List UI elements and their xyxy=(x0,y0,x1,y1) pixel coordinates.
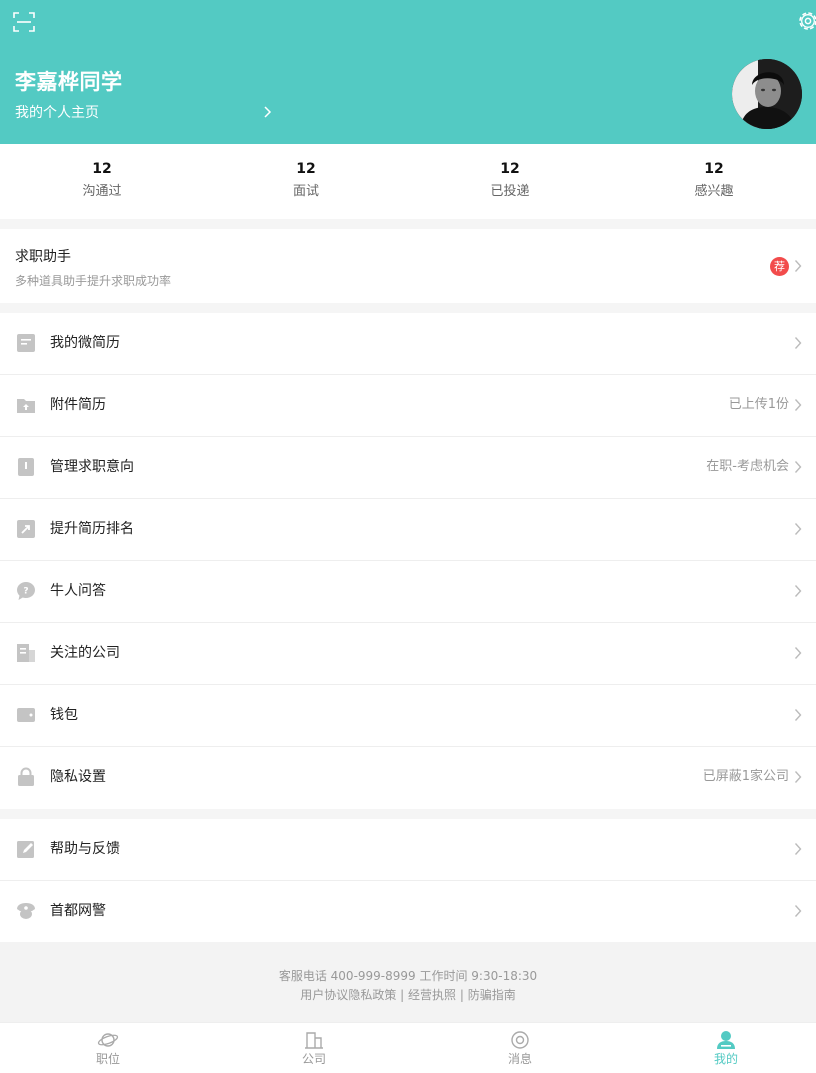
lock-icon xyxy=(18,767,34,786)
stat-contacted[interactable]: 12 沟通过 xyxy=(0,144,204,219)
menu-value: 已上传1份 xyxy=(728,397,789,412)
stat-count: 12 xyxy=(296,161,316,177)
menu-label: 管理求职意向 xyxy=(50,459,134,475)
gear-icon[interactable] xyxy=(797,10,816,32)
business-license-link[interactable]: 经营执照 xyxy=(408,988,456,1002)
wallet-icon xyxy=(17,708,35,722)
chevron-right-icon xyxy=(794,260,802,272)
footer-links: 用户协议隐私政策 | 经营执照 | 防骗指南 xyxy=(0,987,816,1003)
chevron-right-icon xyxy=(794,843,802,855)
recommend-badge: 荐 xyxy=(770,257,789,276)
chevron-right-icon xyxy=(264,106,272,118)
stats-bar: 12 沟通过 12 面试 12 已投递 12 感兴趣 xyxy=(0,144,816,219)
footer-separator: | xyxy=(456,988,468,1002)
profile-header: 李嘉桦同学 我的个人主页 xyxy=(0,0,816,144)
avatar-photo xyxy=(732,59,802,129)
chevron-right-icon xyxy=(794,337,802,349)
intention-icon xyxy=(18,458,34,476)
menu-item-boost-ranking[interactable]: 提升简历排名 xyxy=(0,499,816,561)
chevron-right-icon xyxy=(794,585,802,597)
stat-count: 12 xyxy=(500,161,520,177)
stat-count: 12 xyxy=(92,161,112,177)
menu-value: 已屏蔽1家公司 xyxy=(702,769,789,784)
menu-label: 首都网警 xyxy=(50,903,106,919)
tab-label: 公司 xyxy=(301,1052,326,1066)
avatar[interactable] xyxy=(732,59,802,129)
resume-icon xyxy=(17,334,35,352)
chevron-right-icon xyxy=(794,709,802,721)
edit-icon xyxy=(17,841,34,858)
planet-icon xyxy=(97,1033,119,1047)
chevron-right-icon xyxy=(794,523,802,535)
rank-up-icon xyxy=(17,520,35,538)
company-icon xyxy=(17,644,35,662)
stat-interview[interactable]: 12 面试 xyxy=(204,144,408,219)
tab-companies[interactable]: 公司 xyxy=(212,1023,416,1073)
menu-label: 提升简历排名 xyxy=(50,521,134,537)
tab-label: 我的 xyxy=(713,1052,738,1066)
tab-jobs[interactable]: 职位 xyxy=(6,1023,210,1073)
menu-item-micro-resume[interactable]: 我的微简历 xyxy=(0,313,816,375)
my-homepage-link[interactable]: 我的个人主页 xyxy=(15,100,280,126)
menu-item-qa[interactable]: ? 牛人问答 xyxy=(0,561,816,623)
menu-group-main: 我的微简历 附件简历 已上传1份 管理求职意向 在职-考虑机会 提升简历排名 ?… xyxy=(0,313,816,809)
menu-item-wallet[interactable]: 钱包 xyxy=(0,685,816,747)
menu-item-job-intention[interactable]: 管理求职意向 在职-考虑机会 xyxy=(0,437,816,499)
upload-folder-icon xyxy=(17,399,35,413)
menu-value: 在职-考虑机会 xyxy=(706,459,789,474)
svg-text:?: ? xyxy=(23,587,28,597)
chevron-right-icon xyxy=(794,399,802,411)
homepage-label: 我的个人主页 xyxy=(15,105,99,121)
stat-label: 感兴趣 xyxy=(694,184,734,199)
chevron-right-icon xyxy=(794,461,802,473)
police-icon xyxy=(17,903,35,919)
message-icon xyxy=(511,1031,529,1049)
footer-info: 客服电话 400-999-8999 工作时间 9:30-18:30 用户协议隐私… xyxy=(0,942,816,1022)
menu-label: 我的微简历 xyxy=(50,335,120,351)
fraud-guide-link[interactable]: 防骗指南 xyxy=(468,988,516,1002)
stat-count: 12 xyxy=(704,161,724,177)
chevron-right-icon xyxy=(794,905,802,917)
menu-label: 帮助与反馈 xyxy=(50,841,120,857)
customer-service-hotline: 客服电话 400-999-8999 工作时间 9:30-18:30 xyxy=(278,969,538,983)
question-icon: ? xyxy=(17,582,35,600)
stat-label: 已投递 xyxy=(490,184,530,199)
menu-label: 关注的公司 xyxy=(50,645,120,661)
stat-interested[interactable]: 12 感兴趣 xyxy=(612,144,816,219)
building-icon xyxy=(305,1032,323,1049)
stat-label: 面试 xyxy=(292,184,319,199)
assistant-subtitle: 多种道具助手提升求职成功率 xyxy=(15,274,172,288)
menu-item-privacy[interactable]: 隐私设置 已屏蔽1家公司 xyxy=(0,747,816,809)
tab-label: 消息 xyxy=(507,1052,532,1066)
menu-label: 隐私设置 xyxy=(50,769,106,785)
assistant-title: 求职助手 xyxy=(15,249,71,265)
user-name: 李嘉桦同学 xyxy=(15,70,123,94)
stat-label: 沟通过 xyxy=(82,184,122,199)
menu-label: 钱包 xyxy=(50,707,78,723)
tab-messages[interactable]: 消息 xyxy=(418,1023,622,1073)
user-agreement-link[interactable]: 用户协议 xyxy=(300,988,348,1002)
privacy-policy-link[interactable]: 隐私政策 xyxy=(348,988,396,1002)
menu-label: 牛人问答 xyxy=(50,583,106,599)
tab-me[interactable]: 我的 xyxy=(624,1023,816,1073)
chevron-right-icon xyxy=(794,771,802,783)
job-assistant-item[interactable]: 求职助手 多种道具助手提升求职成功率 荐 xyxy=(0,229,816,303)
chevron-right-icon xyxy=(794,647,802,659)
menu-label: 附件简历 xyxy=(50,397,106,413)
menu-group-support: 帮助与反馈 首都网警 xyxy=(0,819,816,943)
menu-item-followed-companies[interactable]: 关注的公司 xyxy=(0,623,816,685)
menu-item-help-feedback[interactable]: 帮助与反馈 xyxy=(0,819,816,881)
footer-separator: | xyxy=(396,988,408,1002)
menu-item-attachment-resume[interactable]: 附件简历 已上传1份 xyxy=(0,375,816,437)
scan-icon[interactable] xyxy=(13,12,35,32)
bottom-tab-bar: 职位 公司 消息 我的 xyxy=(0,1022,816,1073)
profile-icon xyxy=(717,1031,735,1049)
stat-delivered[interactable]: 12 已投递 xyxy=(408,144,612,219)
tab-label: 职位 xyxy=(95,1052,120,1066)
menu-item-cyber-police[interactable]: 首都网警 xyxy=(0,881,816,943)
